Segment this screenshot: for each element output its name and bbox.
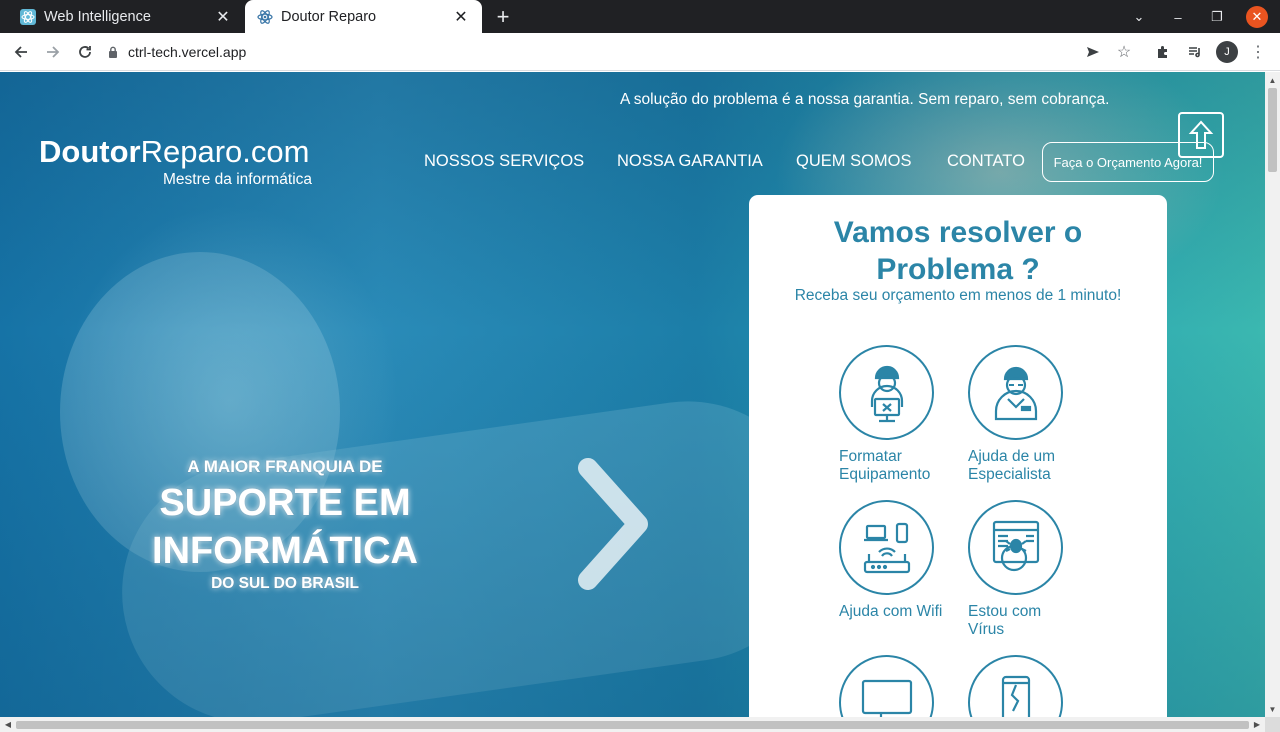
hero-line-1: A MAIOR FRANQUIA DE [187,457,383,476]
technician-icon [839,345,934,440]
tab-title: Doutor Reparo [281,8,377,25]
close-tab-icon[interactable]: ✕ [452,8,470,26]
new-tab-button[interactable]: + [490,4,516,30]
extensions-icon[interactable] [1150,39,1176,65]
nav-nossos-servicos[interactable]: NOSSOS SERVIÇOS [424,152,584,171]
quote-card-subtitle: Receba seu orçamento em menos de 1 minut… [794,287,1122,304]
site-logo[interactable]: DoutorReparo.com [39,134,309,170]
service-label: Ajuda de um Especialista [968,448,1056,483]
header-tagline: A solução do problema é a nossa garantia… [620,91,1110,108]
logo-rest: Reparo.com [140,134,310,169]
vertical-scroll-thumb[interactable] [1268,88,1277,172]
virus-icon [968,500,1063,595]
arrow-up-icon [1188,120,1214,149]
profile-avatar[interactable]: J [1216,41,1238,63]
tab-web-intelligence[interactable]: Web Intelligence ✕ [8,0,244,33]
page-viewport: A solução do problema é a nossa garantia… [0,72,1265,717]
quote-card-title: Vamos resolver o Problema ? [833,216,1083,286]
tab-doutor-reparo[interactable]: Doutor Reparo ✕ [245,0,482,33]
monitor-icon [839,655,934,717]
back-icon[interactable] [8,39,34,65]
scroll-left-arrow-icon[interactable]: ◀ [1,717,15,732]
browser-tab-strip: Web Intelligence ✕ Doutor Reparo ✕ + ⌄ –… [0,0,1280,33]
service-celular-quebrado[interactable] [968,655,1108,717]
scroll-up-arrow-icon[interactable]: ▲ [1265,73,1280,87]
quote-card: Vamos resolver o Problema ? Receba seu o… [749,195,1167,717]
hero-line-3: DO SUL DO BRASIL [211,575,359,592]
url-text: ctrl-tech.vercel.app [128,44,247,60]
carousel-next-icon[interactable] [570,454,660,599]
scroll-to-top-button[interactable] [1178,112,1224,158]
vertical-scrollbar[interactable]: ▲ ▼ [1265,72,1280,717]
service-label: Ajuda com Wifi [839,603,943,620]
browser-toolbar: ctrl-tech.vercel.app ☆ J ⋮ [0,33,1280,71]
service-ajuda-especialista[interactable]: Ajuda de um Especialista [968,345,1108,484]
minimize-icon[interactable]: – [1167,6,1189,28]
hero-line-2a: SUPORTE EM [159,482,411,524]
nav-contato[interactable]: CONTATO [947,152,1025,171]
specialist-icon [968,345,1063,440]
media-queue-icon[interactable] [1182,39,1208,65]
nav-nossa-garantia[interactable]: NOSSA GARANTIA [617,152,763,171]
service-ajuda-wifi[interactable]: Ajuda com Wifi [839,500,979,621]
lock-icon [108,46,118,58]
close-window-icon[interactable]: ✕ [1246,6,1268,28]
reload-icon[interactable] [72,39,98,65]
service-monitor[interactable] [839,655,979,717]
scroll-right-arrow-icon[interactable]: ▶ [1250,717,1264,732]
bookmark-star-icon[interactable]: ☆ [1111,39,1137,65]
forward-icon[interactable] [40,39,66,65]
send-icon[interactable] [1080,39,1106,65]
scroll-down-arrow-icon[interactable]: ▼ [1265,702,1280,716]
service-label: Formatar Equipamento [839,448,931,483]
logo-subtitle: Mestre da informática [163,171,313,188]
hero-line-2b: INFORMÁTICA [152,530,418,572]
close-tab-icon[interactable]: ✕ [214,8,232,26]
broken-phone-icon [968,655,1063,717]
tab-title: Web Intelligence [44,8,151,25]
react-icon [257,9,273,25]
react-icon [20,8,36,25]
horizontal-scroll-thumb[interactable] [16,721,1249,729]
wifi-router-icon [839,500,934,595]
horizontal-scrollbar[interactable]: ◀ ▶ [0,717,1265,732]
restore-icon[interactable]: ❐ [1206,6,1228,28]
service-estou-com-virus[interactable]: Estou com Vírus [968,500,1108,639]
tab-search-icon[interactable]: ⌄ [1128,6,1150,28]
hero-headline: A MAIOR FRANQUIA DE SUPORTE EM INFORMÁTI… [100,457,470,593]
service-formatar-equipamento[interactable]: Formatar Equipamento [839,345,979,484]
menu-kebab-icon[interactable]: ⋮ [1245,39,1271,65]
logo-bold: Doutor [39,134,141,169]
nav-quem-somos[interactable]: QUEM SOMOS [796,152,912,171]
address-bar[interactable]: ctrl-tech.vercel.app [108,37,1138,67]
service-label: Estou com Vírus [968,603,1042,638]
